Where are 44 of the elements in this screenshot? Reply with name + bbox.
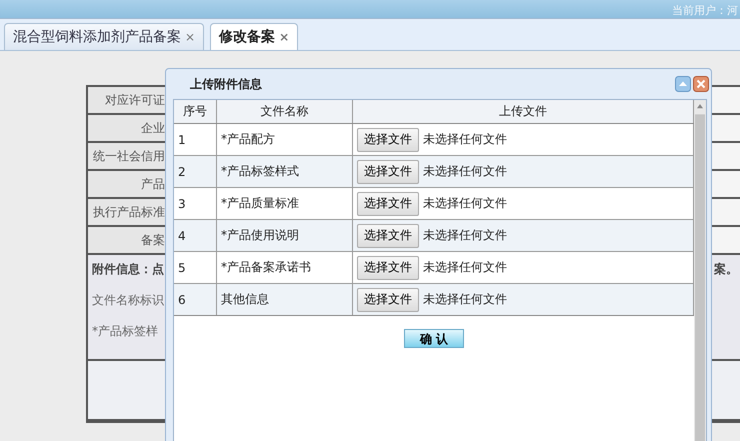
table-cell: *产品使用说明 (217, 220, 353, 251)
choose-file-button[interactable]: 选择文件 (357, 256, 419, 280)
attachment-line: *产品标签样 (92, 323, 158, 340)
confirm-button[interactable]: 确 认 (404, 329, 464, 348)
collapse-icon[interactable] (675, 76, 691, 92)
table-cell: *产品标签样式 (217, 156, 353, 187)
file-status: 未选择任何文件 (423, 291, 507, 308)
attachment-text-end: 案。 (714, 261, 738, 278)
file-status: 未选择任何文件 (423, 131, 507, 148)
table-cell: *产品配方 (217, 124, 353, 155)
choose-file-button[interactable]: 选择文件 (357, 192, 419, 216)
table-cell: 5 (174, 252, 217, 283)
file-status: 未选择任何文件 (423, 227, 507, 244)
form-label: 企业 (88, 115, 168, 141)
choose-file-button[interactable]: 选择文件 (357, 160, 419, 184)
table-cell: *产品备案承诺书 (217, 252, 353, 283)
table-cell: 4 (174, 220, 217, 251)
choose-file-button[interactable]: 选择文件 (357, 288, 419, 312)
table-cell: 1 (174, 124, 217, 155)
scrollbar[interactable] (694, 100, 706, 441)
current-user-label: 当前用户：河 (672, 3, 739, 18)
choose-file-button[interactable]: 选择文件 (357, 128, 419, 152)
form-label: 统一社会信用 (88, 143, 168, 169)
table-cell: 3 (174, 188, 217, 219)
form-label: 执行产品标准 (88, 199, 168, 225)
form-label: 对应许可证 (88, 87, 168, 113)
table-cell: 其他信息 (217, 284, 353, 315)
table-cell: 2 (174, 156, 217, 187)
column-header: 序号 (174, 100, 217, 123)
form-label: 产品 (88, 171, 168, 197)
close-icon[interactable] (693, 76, 709, 92)
dialog-title: 上传附件信息 (190, 76, 262, 92)
column-header: 文件名称 (217, 100, 353, 123)
table-cell: *产品质量标准 (217, 188, 353, 219)
file-status: 未选择任何文件 (423, 195, 507, 212)
form-label: 备案 (88, 227, 168, 253)
table-cell: 6 (174, 284, 217, 315)
file-status: 未选择任何文件 (423, 163, 507, 180)
choose-file-button[interactable]: 选择文件 (357, 224, 419, 248)
file-status: 未选择任何文件 (423, 259, 507, 276)
tab[interactable]: 混合型饲料添加剂产品备案 × (4, 23, 204, 50)
tab[interactable]: 修改备案 × (210, 23, 298, 50)
attachment-line: 文件名称标识 (92, 292, 164, 309)
attachment-info: 附件信息：点 (92, 261, 164, 278)
